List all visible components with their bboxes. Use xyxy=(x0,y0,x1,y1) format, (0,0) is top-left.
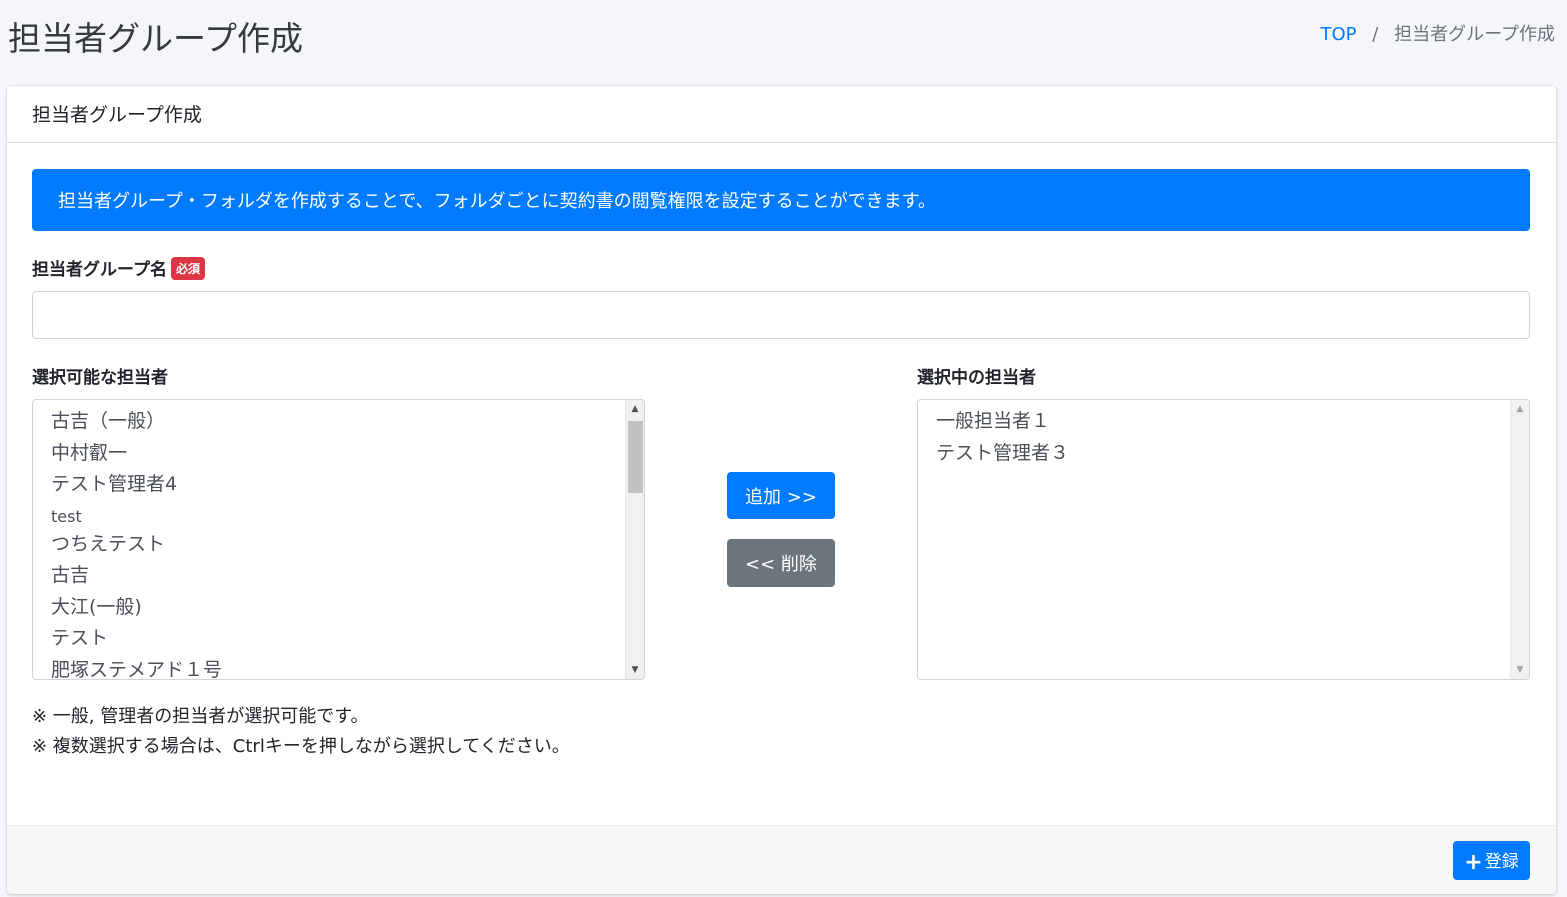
list-item[interactable]: 中村叡一 xyxy=(51,438,626,470)
group-create-card: 担当者グループ作成 担当者グループ・フォルダを作成することで、フォルダごとに契約… xyxy=(7,86,1556,894)
register-button-label: 登録 xyxy=(1484,851,1519,872)
scroll-up-icon[interactable]: ▲ xyxy=(1511,400,1529,418)
plus-icon: + xyxy=(1464,849,1483,875)
list-item[interactable]: test xyxy=(51,501,626,529)
breadcrumb-current: 担当者グループ作成 xyxy=(1394,24,1555,45)
scroll-down-icon[interactable]: ▼ xyxy=(1511,661,1529,679)
remove-user-button[interactable]: << 削除 xyxy=(727,539,835,587)
group-name-input[interactable] xyxy=(32,291,1530,339)
scroll-thumb[interactable] xyxy=(628,421,643,493)
list-item[interactable]: 肥塚ステメアド１号 xyxy=(51,655,626,680)
list-item[interactable]: 大江(一般) xyxy=(51,592,626,624)
available-users-scrollbar[interactable]: ▲ ▼ xyxy=(625,400,644,679)
list-item[interactable]: テスト管理者4 xyxy=(51,469,626,501)
add-user-button[interactable]: 追加 >> xyxy=(727,472,835,519)
list-item[interactable]: テスト xyxy=(51,623,626,655)
scroll-up-icon[interactable]: ▲ xyxy=(626,400,644,418)
list-item[interactable]: つちえテスト xyxy=(51,529,626,561)
list-item[interactable]: 一般担当者１ xyxy=(936,406,1511,438)
available-users-list: 古吉（一般） 中村叡一 テスト管理者4 test つちえテスト 古吉 大江(一般… xyxy=(33,400,644,680)
card-footer: + 登録 xyxy=(7,825,1556,894)
breadcrumb: TOP / 担当者グループ作成 xyxy=(1321,20,1556,46)
page-header: 担当者グループ作成 TOP / 担当者グループ作成 xyxy=(0,0,1567,86)
group-name-label-text: 担当者グループ名 xyxy=(32,260,167,280)
selected-users-listbox[interactable]: 一般担当者１ テスト管理者３ ▲ ▼ xyxy=(917,399,1530,680)
list-item[interactable]: テスト管理者３ xyxy=(936,438,1511,470)
selected-users-label: 選択中の担当者 xyxy=(917,368,1036,388)
list-item[interactable]: 古吉（一般） xyxy=(51,406,626,438)
scroll-down-icon[interactable]: ▼ xyxy=(626,661,644,679)
selectable-note: ※ 一般, 管理者の担当者が選択可能です。 xyxy=(32,706,369,727)
breadcrumb-separator: / xyxy=(1372,24,1379,45)
group-name-label: 担当者グループ名 必須 xyxy=(32,255,205,280)
required-badge: 必須 xyxy=(170,257,205,280)
available-users-label: 選択可能な担当者 xyxy=(32,368,168,388)
info-alert: 担当者グループ・フォルダを作成することで、フォルダごとに契約書の閲覧権限を設定す… xyxy=(32,169,1530,231)
selected-users-scrollbar[interactable]: ▲ ▼ xyxy=(1510,400,1529,679)
list-item[interactable]: 古吉 xyxy=(51,560,626,592)
register-button[interactable]: + 登録 xyxy=(1453,841,1530,880)
available-users-listbox[interactable]: 古吉（一般） 中村叡一 テスト管理者4 test つちえテスト 古吉 大江(一般… xyxy=(32,399,645,680)
page-title: 担当者グループ作成 xyxy=(8,19,304,58)
breadcrumb-top-link[interactable]: TOP xyxy=(1321,24,1357,45)
selected-users-list: 一般担当者１ テスト管理者３ xyxy=(918,400,1529,475)
multi-select-note: ※ 複数選択する場合は、Ctrlキーを押しながら選択してください。 xyxy=(32,736,570,757)
card-header: 担当者グループ作成 xyxy=(7,86,1556,143)
